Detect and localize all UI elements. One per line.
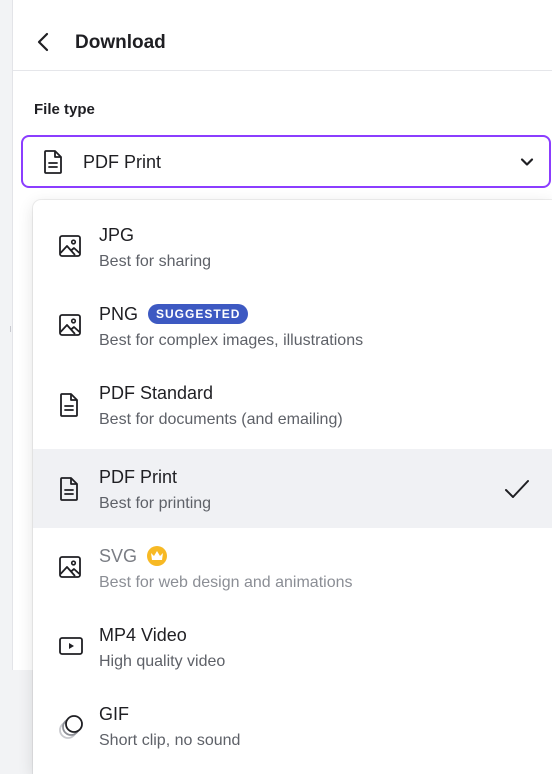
option-name: PDF Print bbox=[99, 467, 178, 487]
option-description: Short clip, no sound bbox=[99, 732, 241, 749]
back-button[interactable] bbox=[33, 28, 55, 56]
option-svg[interactable]: SVG Best for web design and animations bbox=[33, 528, 552, 607]
option-gif[interactable]: GIF Short clip, no sound bbox=[33, 686, 552, 765]
file-type-value: PDF Print bbox=[83, 152, 162, 172]
document-icon bbox=[58, 392, 80, 423]
option-description: Best for documents (and emailing) bbox=[99, 411, 343, 428]
option-description: High quality video bbox=[99, 653, 226, 670]
crown-icon bbox=[147, 546, 168, 566]
image-icon bbox=[58, 313, 82, 342]
suggested-badge: SUGGESTED bbox=[148, 304, 249, 324]
document-icon bbox=[43, 149, 63, 180]
option-jpg[interactable]: JPG Best for sharing bbox=[33, 207, 552, 286]
file-type-select[interactable]: PDF Print bbox=[21, 135, 551, 188]
option-description: Best for sharing bbox=[99, 253, 212, 270]
option-png[interactable]: PNG SUGGESTED Best for complex images, i… bbox=[33, 286, 552, 365]
gif-icon bbox=[58, 713, 86, 746]
document-icon bbox=[58, 476, 80, 507]
video-icon bbox=[58, 634, 84, 663]
option-description: Best for complex images, illustrations bbox=[99, 332, 364, 349]
option-mp4-video[interactable]: MP4 Video High quality video bbox=[33, 607, 552, 686]
option-name: MP4 Video bbox=[99, 625, 187, 645]
option-name: GIF bbox=[99, 704, 129, 724]
chevron-left-icon bbox=[37, 32, 49, 52]
image-icon bbox=[58, 234, 82, 263]
file-type-label: File type bbox=[34, 101, 95, 118]
option-name: PNG SUGGESTED bbox=[99, 303, 249, 325]
checkmark-icon bbox=[504, 478, 530, 505]
option-description: Best for printing bbox=[99, 495, 212, 512]
panel-header: Download bbox=[13, 0, 552, 71]
divider bbox=[10, 326, 11, 332]
option-pdf-print[interactable]: PDF Print Best for printing bbox=[33, 449, 552, 528]
option-name: JPG bbox=[99, 225, 135, 245]
option-name: SVG bbox=[99, 545, 168, 567]
option-name: PDF Standard bbox=[99, 383, 214, 403]
file-type-dropdown: JPG Best for sharing PNG SUGGESTED Best … bbox=[33, 200, 552, 774]
image-icon bbox=[58, 555, 82, 584]
option-pdf-standard[interactable]: PDF Standard Best for documents (and ema… bbox=[33, 365, 552, 444]
chevron-down-icon bbox=[519, 154, 535, 175]
page-title: Download bbox=[75, 32, 166, 53]
option-description: Best for web design and animations bbox=[99, 574, 353, 591]
